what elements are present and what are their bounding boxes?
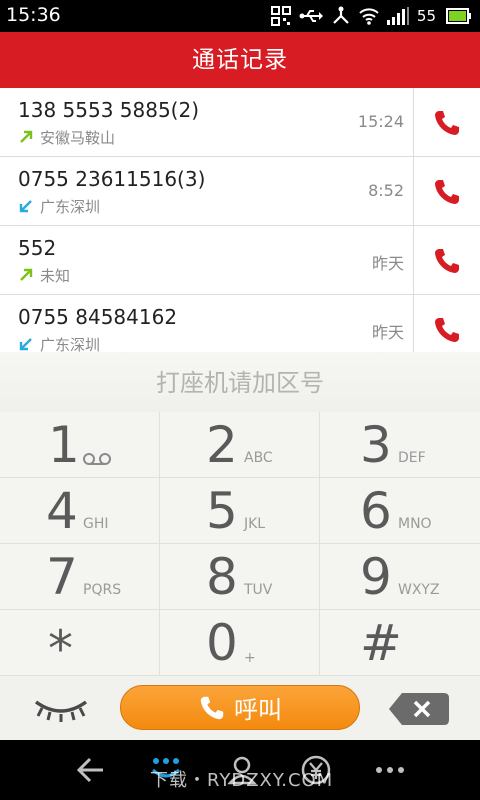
- wifi-icon: [359, 8, 379, 25]
- key-hash[interactable]: #: [320, 610, 480, 676]
- key-digit: 5: [206, 482, 238, 540]
- key-letters: +: [244, 650, 256, 666]
- phone-icon: [200, 696, 224, 719]
- call-location: 安徽马鞍山: [40, 128, 116, 147]
- key-digit: 4: [46, 482, 78, 540]
- call-back-button[interactable]: [414, 88, 480, 157]
- key-letters: TUV: [244, 582, 273, 598]
- closed-eye-icon: [34, 700, 88, 722]
- key-digit: 1: [48, 416, 80, 474]
- key-6[interactable]: 6 MNO: [320, 478, 480, 544]
- voicemail-icon: [83, 453, 111, 465]
- key-letters: ABC: [244, 450, 273, 466]
- outgoing-call-arrow-icon: [20, 130, 33, 143]
- phone-icon: [435, 110, 459, 135]
- key-digit: 9: [360, 548, 392, 606]
- call-log-row[interactable]: 138 5553 5885(2) 安徽马鞍山 15:24: [0, 88, 480, 157]
- key-letters: PQRS: [83, 582, 122, 598]
- call-back-button[interactable]: [414, 157, 480, 226]
- outgoing-call-arrow-icon: [20, 268, 33, 281]
- status-icons: 55: [270, 5, 472, 27]
- call-time: 8:52: [368, 181, 404, 200]
- key-0[interactable]: 0 +: [160, 610, 320, 676]
- call-log-row[interactable]: 0755 84584162 广东深圳 昨天: [0, 295, 480, 352]
- call-number: 0755 23611516(3): [18, 167, 206, 191]
- call-number: 552: [18, 236, 57, 260]
- more-icon: [376, 767, 404, 773]
- number-input-display[interactable]: 打座机请加区号: [0, 352, 480, 414]
- key-digit: 6: [360, 482, 392, 540]
- watermark-text: 下载・RYDZXY.COM: [150, 770, 334, 791]
- hide-dialpad-button[interactable]: [30, 694, 92, 724]
- call-back-button[interactable]: [414, 226, 480, 295]
- key-digit: 3: [360, 416, 392, 474]
- key-letters: WXYZ: [398, 582, 440, 598]
- key-3[interactable]: 3 DEF: [320, 412, 480, 478]
- key-digit: 0: [206, 614, 238, 672]
- call-location: 广东深圳: [40, 335, 101, 353]
- key-digit: #: [360, 614, 402, 672]
- share-icon: [333, 6, 349, 24]
- backspace-button[interactable]: [388, 692, 450, 726]
- battery-level: 55: [416, 7, 436, 25]
- call-time: 昨天: [371, 323, 404, 342]
- key-digit: *: [48, 620, 73, 678]
- key-7[interactable]: 7 PQRS: [0, 544, 160, 610]
- key-8[interactable]: 8 TUV: [160, 544, 320, 610]
- signal-icon: [386, 7, 409, 25]
- key-letters: GHI: [83, 516, 109, 532]
- call-number: 138 5553 5885(2): [18, 98, 200, 122]
- incoming-call-arrow-icon: [19, 200, 32, 213]
- key-digit: 8: [206, 548, 238, 606]
- incoming-call-arrow-icon: [19, 338, 32, 351]
- call-number: 0755 84584162: [18, 305, 178, 329]
- call-log-row[interactable]: 552 未知 昨天: [0, 226, 480, 295]
- key-5[interactable]: 5 JKL: [160, 478, 320, 544]
- page-title: 通话记录: [0, 32, 480, 88]
- dial-call-button[interactable]: 呼叫: [120, 685, 360, 730]
- back-arrow-icon: [76, 757, 103, 783]
- usb-icon: [299, 10, 323, 22]
- key-letters: MNO: [398, 516, 432, 532]
- status-time: 15:36: [6, 4, 61, 26]
- qr-icon: [270, 6, 291, 26]
- key-4[interactable]: 4 GHI: [0, 478, 160, 544]
- phone-icon: [435, 179, 459, 204]
- key-digit: 7: [46, 548, 78, 606]
- call-time: 15:24: [357, 112, 404, 131]
- key-star[interactable]: *: [0, 610, 160, 676]
- nav-menu-button[interactable]: [370, 754, 410, 786]
- status-bar: 15:36 55: [0, 0, 480, 32]
- call-location: 广东深圳: [40, 197, 101, 216]
- call-back-button[interactable]: [414, 295, 480, 352]
- dialer-action-row: 呼叫: [0, 676, 480, 740]
- call-location: 未知: [40, 266, 71, 285]
- call-log-row[interactable]: 0755 23611516(3) 广东深圳 8:52: [0, 157, 480, 226]
- nav-back-button[interactable]: [70, 754, 110, 786]
- key-2[interactable]: 2 ABC: [160, 412, 320, 478]
- phone-icon: [435, 317, 459, 342]
- key-digit: 2: [206, 416, 238, 474]
- key-letters: DEF: [398, 450, 426, 466]
- backspace-icon: [389, 693, 449, 725]
- key-9[interactable]: 9 WXYZ: [320, 544, 480, 610]
- key-1[interactable]: 1: [0, 412, 160, 478]
- call-button-label: 呼叫: [234, 696, 282, 724]
- phone-icon: [435, 248, 459, 273]
- battery-icon: [446, 8, 471, 24]
- key-letters: JKL: [244, 516, 266, 532]
- call-time: 昨天: [371, 254, 404, 273]
- call-log-list: 138 5553 5885(2) 安徽马鞍山 15:24 0755 236115…: [0, 88, 480, 352]
